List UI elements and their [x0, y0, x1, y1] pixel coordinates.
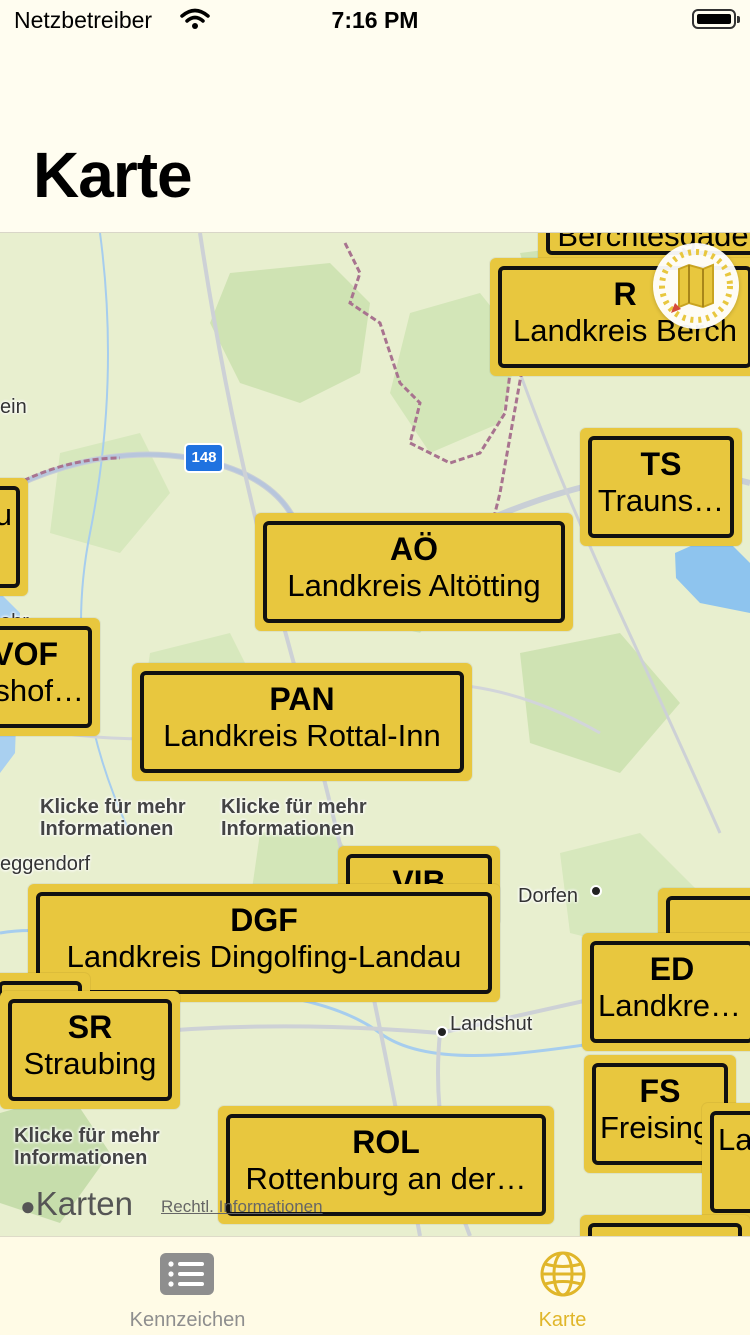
- plate-name: Straubing: [23, 1046, 157, 1081]
- plate-name: Trauns…: [597, 483, 725, 518]
- place-label: ein: [0, 396, 27, 418]
- page-title: Karte: [33, 139, 193, 211]
- plate-marker[interactable]: TS Trauns…: [580, 428, 742, 546]
- info-hint-line2: Informationen: [14, 1147, 148, 1169]
- plate-name: Landkrei…: [598, 988, 748, 1023]
- tab-bar: Kennzeichen Karte: [0, 1236, 750, 1335]
- plate-name: u: [0, 496, 16, 534]
- apple-logo-icon: ●: [20, 1191, 36, 1221]
- tab-label: Karte: [538, 1309, 587, 1331]
- plate-marker[interactable]: PAN Landkreis Rottal-Inn: [132, 663, 472, 781]
- place-label: eggendorf: [0, 853, 91, 875]
- status-bar: Netzbetreiber 7:16 PM: [0, 0, 750, 40]
- plate-code: SR: [67, 1009, 113, 1045]
- plate-marker[interactable]: La: [702, 1103, 750, 1221]
- plate-code: AÖ: [390, 531, 438, 567]
- info-hint-line1: Klicke für mehr: [221, 796, 367, 818]
- plate-name: Landkreis Rottal-Inn: [163, 718, 441, 753]
- road-number-badge: 148: [184, 443, 224, 473]
- plate-name: shof…: [0, 673, 84, 708]
- place-label: Landshut: [450, 1013, 533, 1035]
- plate-name: La: [718, 1122, 750, 1157]
- plate-code: PAN: [269, 681, 335, 717]
- place-label: Dorfen: [518, 885, 579, 907]
- plate-marker[interactable]: SR Straubing: [0, 991, 180, 1109]
- globe-icon: [540, 1251, 585, 1297]
- plate-marker[interactable]: u: [0, 478, 28, 596]
- plate-name: Landkreis Dingolfing-Landau: [66, 939, 462, 974]
- tab-kennzeichen[interactable]: Kennzeichen: [0, 1237, 375, 1335]
- plate-name: Rottenburg an der…: [245, 1161, 527, 1196]
- plate-marker[interactable]: VOF shof…: [0, 618, 100, 736]
- tab-karte[interactable]: Karte: [375, 1237, 750, 1335]
- place-dot: [436, 1026, 448, 1038]
- map-view[interactable]: ein eggendorf Dorfen Landshut ehr 148 Kl…: [0, 233, 750, 1236]
- plate-marker[interactable]: ED Landkrei…: [582, 933, 750, 1051]
- plate-code: ROL: [352, 1124, 420, 1160]
- info-hint[interactable]: Klicke für mehr Informationen: [40, 796, 186, 840]
- plate-marker[interactable]: DGF Landkreis Dingolfing-Landau: [28, 884, 500, 1002]
- legal-link[interactable]: Rechtl. Informationen: [161, 1197, 323, 1217]
- tab-label: Kennzeichen: [129, 1309, 246, 1331]
- battery-icon: [692, 9, 740, 29]
- plate-code: DGF: [230, 902, 298, 938]
- info-hint-line2: Informationen: [40, 818, 174, 840]
- plate-code: TS: [640, 446, 682, 482]
- info-hint[interactable]: Klicke für mehr Informationen: [14, 1125, 160, 1169]
- info-hint-line1: Klicke für mehr: [14, 1125, 160, 1147]
- clock: 7:16 PM: [331, 7, 419, 33]
- map-compass-button[interactable]: [653, 243, 739, 329]
- place-dot: [590, 885, 602, 897]
- info-hint[interactable]: Klicke für mehr Informationen: [221, 796, 367, 840]
- info-hint-line1: Klicke für mehr: [40, 796, 186, 818]
- map-fold-icon: [659, 249, 733, 323]
- plate-code: ED: [649, 951, 695, 987]
- list-icon: [159, 1253, 214, 1295]
- info-hint-line2: Informationen: [221, 818, 355, 840]
- plate-code: VOF: [0, 636, 58, 672]
- plate-marker[interactable]: [580, 1215, 750, 1236]
- plate-name: Landkreis Altötting: [287, 568, 541, 603]
- plate-marker[interactable]: AÖ Landkreis Altötting: [255, 513, 573, 631]
- maps-attribution: ●Karten: [20, 1185, 133, 1222]
